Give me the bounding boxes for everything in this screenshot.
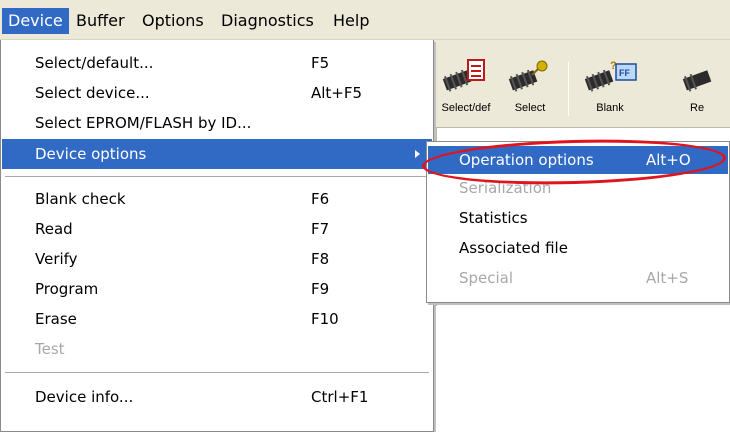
menu-item-read[interactable]: Read F7 [2, 214, 432, 244]
svg-text:FF: FF [619, 68, 630, 78]
menu-item-device-options[interactable]: Device options [2, 139, 432, 169]
menu-item-label: Select/default... [35, 54, 154, 72]
submenu-item-label: Statistics [459, 209, 528, 227]
menu-item-shortcut: F7 [311, 220, 330, 238]
menu-item-label: Select EPROM/FLASH by ID... [35, 114, 252, 132]
menu-bar: Device Buffer Options Diagnostics Help [0, 0, 730, 40]
chip-read-icon [682, 70, 712, 92]
menu-diagnostics[interactable]: Diagnostics [215, 8, 320, 34]
submenu-item-special: Special Alt+S [428, 264, 728, 292]
submenu-item-label: Associated file [459, 239, 568, 257]
menu-item-shortcut: Alt+F5 [311, 84, 363, 102]
menu-item-shortcut: F10 [311, 310, 339, 328]
menu-item-program[interactable]: Program F9 [2, 274, 432, 304]
toolbar-select-label: Select [514, 102, 546, 114]
menu-device[interactable]: Device [2, 8, 69, 34]
toolbar-blank-button[interactable]: ? FF Blank [580, 58, 640, 122]
menu-help[interactable]: Help [327, 8, 375, 34]
menu-options[interactable]: Options [136, 8, 210, 34]
menu-item-select-device[interactable]: Select device... Alt+F5 [2, 78, 432, 108]
toolbar-read-button[interactable]: Re [676, 58, 730, 122]
toolbar-read-label: Re [690, 102, 705, 114]
menu-item-test: Test [2, 334, 432, 364]
menu-item-select-eprom-flash-by-id[interactable]: Select EPROM/FLASH by ID... [2, 108, 432, 138]
submenu-item-statistics[interactable]: Statistics [428, 204, 728, 232]
toolbar-select-default-button[interactable]: Select/def [436, 58, 496, 122]
menu-separator [5, 176, 429, 177]
device-menu: Select/default... F5 Select device... Al… [0, 40, 434, 432]
menu-item-label: Read [35, 220, 73, 238]
chip-blank-check-icon: ? FF [584, 60, 637, 92]
menu-item-label: Device info... [35, 388, 134, 406]
menu-item-shortcut: F5 [311, 54, 330, 72]
menu-item-shortcut: Ctrl+F1 [311, 388, 369, 406]
toolbar-select-default-label: Select/def [441, 102, 491, 114]
menu-item-label: Erase [35, 310, 77, 328]
menu-item-label: Blank check [35, 190, 126, 208]
menu-buffer[interactable]: Buffer [70, 8, 131, 34]
menu-item-shortcut: F9 [311, 280, 330, 298]
toolbar-separator [568, 62, 569, 116]
submenu-item-shortcut: Alt+S [646, 269, 689, 287]
menu-item-label: Device options [35, 145, 147, 163]
menu-item-label: Program [35, 280, 99, 298]
menu-item-blank-check[interactable]: Blank check F6 [2, 184, 432, 214]
toolbar-blank-label: Blank [596, 102, 624, 114]
submenu-item-associated-file[interactable]: Associated file [428, 234, 728, 262]
menu-item-shortcut: F8 [311, 250, 330, 268]
menu-separator [5, 372, 429, 373]
chip-with-key-icon [508, 60, 548, 92]
menu-item-device-info[interactable]: Device info... Ctrl+F1 [2, 382, 432, 412]
menu-item-label: Test [35, 340, 65, 358]
submenu-arrow-icon [415, 150, 420, 158]
menu-item-verify[interactable]: Verify F8 [2, 244, 432, 274]
menu-item-erase[interactable]: Erase F10 [2, 304, 432, 334]
submenu-item-label: Special [459, 269, 514, 287]
menu-item-shortcut: F6 [311, 190, 330, 208]
menu-item-label: Select device... [35, 84, 150, 102]
toolbar-select-button[interactable]: Select [500, 58, 560, 122]
menu-item-label: Verify [35, 250, 78, 268]
menu-item-select-default[interactable]: Select/default... F5 [2, 48, 432, 78]
chip-with-list-icon [442, 59, 485, 92]
